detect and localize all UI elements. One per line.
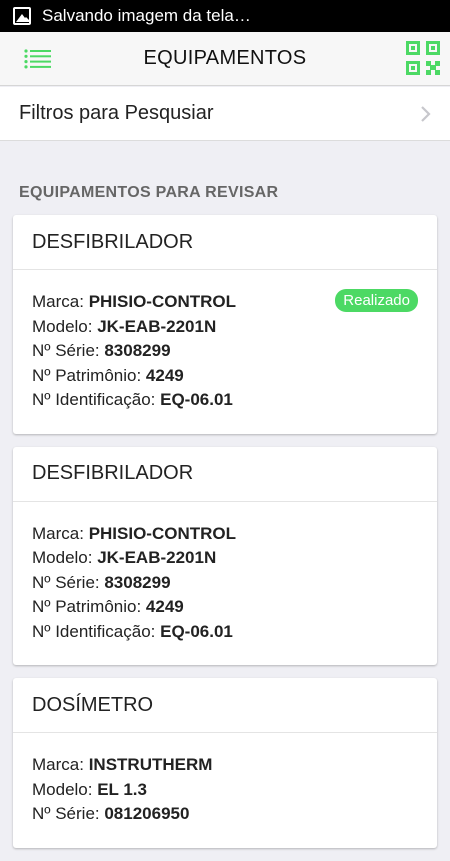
status-bar: Salvando imagem da tela… — [0, 0, 450, 32]
equipment-name: DESFIBRILADOR — [13, 447, 437, 502]
status-text: Salvando imagem da tela… — [42, 6, 251, 25]
patrimonio-row: Nº Patrimônio: 4249 — [32, 365, 184, 385]
marca-row: Marca: INSTRUTHERM — [32, 755, 213, 774]
identificacao-value: EQ-06.01 — [160, 621, 233, 641]
modelo-value: EL 1.3 — [97, 779, 147, 799]
nav-bar: EQUIPAMENTOS — [0, 32, 450, 86]
filters-row[interactable]: Filtros para Pesqusiar — [0, 87, 450, 141]
identificacao-value: EQ-06.01 — [160, 390, 233, 409]
serie-row: Nº Série: 8308299 — [32, 341, 171, 360]
modelo-value: JK-EAB-2201N — [97, 316, 217, 336]
equipment-card[interactable]: DESFIBRILADOR Realizado Marca: PHISIO-CO… — [13, 215, 437, 434]
marca-row: Marca: PHISIO-CONTROL — [32, 523, 237, 543]
section-title: EQUIPAMENTOS PARA REVISAR — [19, 184, 279, 201]
modelo-row: Modelo: JK-EAB-2201N — [32, 548, 217, 567]
patrimonio-value: 4249 — [145, 597, 184, 616]
page-title: EQUIPAMENTOS — [143, 47, 307, 69]
marca-value: PHISIO-CONTROL — [88, 523, 237, 543]
equipment-name: DOSÍMETRO — [13, 678, 437, 733]
equipment-list: DESFIBRILADOR Realizado Marca: PHISIO-CO… — [13, 215, 437, 861]
equipment-name: DESFIBRILADOR — [13, 215, 437, 270]
filters-label: Filtros para Pesqusiar — [19, 102, 214, 124]
marca-value: INSTRUTHERM — [88, 755, 213, 774]
equipment-details: Marca: PHISIO-CONTROL Modelo: JK-EAB-220… — [13, 502, 437, 666]
patrimonio-row: Nº Patrimônio: 4249 — [32, 597, 184, 616]
equipment-details: Marca: INSTRUTHERM Modelo: EL 1.3 Nº Sér… — [13, 733, 437, 848]
screenshot-image-icon — [13, 7, 31, 25]
equipment-card[interactable]: DOSÍMETRO Marca: INSTRUTHERM Modelo: EL … — [13, 678, 437, 848]
menu-list-icon[interactable] — [24, 49, 52, 69]
serie-value: 8308299 — [104, 341, 171, 360]
serie-row: Nº Série: 8308299 — [32, 572, 171, 592]
qr-code-icon[interactable] — [406, 41, 440, 75]
modelo-row: Modelo: EL 1.3 — [32, 779, 147, 799]
marca-value: PHISIO-CONTROL — [88, 292, 237, 311]
patrimonio-value: 4249 — [145, 365, 184, 385]
modelo-value: JK-EAB-2201N — [97, 548, 217, 567]
chevron-right-icon — [421, 106, 431, 122]
modelo-row: Modelo: JK-EAB-2201N — [32, 316, 217, 336]
serie-row: Nº Série: 081206950 — [32, 804, 190, 823]
identificacao-row: Nº Identificação: EQ-06.01 — [32, 390, 233, 409]
serie-value: 081206950 — [104, 804, 190, 823]
status-badge: Realizado — [335, 289, 418, 312]
identificacao-row: Nº Identificação: EQ-06.01 — [32, 621, 233, 641]
equipment-card[interactable]: DESFIBRILADOR Marca: PHISIO-CONTROL Mode… — [13, 446, 437, 666]
serie-value: 8308299 — [104, 572, 171, 592]
